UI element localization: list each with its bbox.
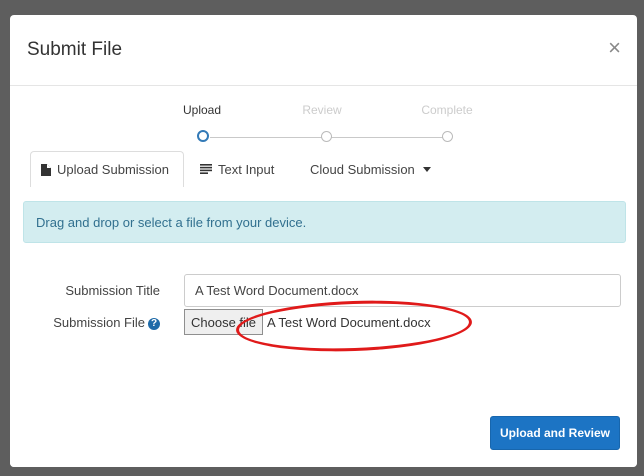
step-label-complete: Complete bbox=[421, 103, 473, 117]
tab-label: Text Input bbox=[218, 161, 275, 177]
tab-text-input[interactable]: Text Input bbox=[200, 151, 274, 187]
caret-down-icon bbox=[422, 166, 431, 172]
upload-panel: Drag and drop or select a file from your… bbox=[10, 187, 637, 467]
tab-cloud-submission[interactable]: Cloud Submission bbox=[310, 151, 431, 187]
step-dot-review bbox=[321, 131, 332, 142]
choose-file-button[interactable]: Choose file bbox=[184, 309, 264, 335]
submission-file-label: Submission File? bbox=[10, 315, 160, 330]
text-lines-icon bbox=[200, 164, 212, 174]
upload-and-review-button[interactable]: Upload and Review bbox=[490, 416, 620, 450]
selected-file-name: A Test Word Document.docx bbox=[267, 314, 431, 330]
submission-tabs: Upload Submission Text Input Cloud Submi… bbox=[30, 151, 637, 188]
step-label-upload: Upload bbox=[182, 103, 222, 117]
file-picker: Choose file A Test Word Document.docx bbox=[184, 307, 431, 337]
submit-file-modal: Submit File × Upload Review Complete Upl… bbox=[10, 15, 637, 467]
step-dot-complete bbox=[442, 131, 453, 142]
submission-title-label: Submission Title bbox=[65, 283, 160, 298]
close-icon[interactable]: × bbox=[608, 37, 621, 59]
tab-upload-submission[interactable]: Upload Submission bbox=[30, 151, 185, 188]
info-alert: Drag and drop or select a file from your… bbox=[23, 201, 626, 243]
submission-file-label-text: Submission File bbox=[53, 315, 145, 330]
submission-title-input[interactable]: A Test Word Document.docx bbox=[184, 274, 621, 307]
step-dot-upload bbox=[197, 130, 209, 142]
modal-title: Submit File bbox=[27, 39, 123, 60]
step-label-review: Review bbox=[302, 103, 342, 117]
help-icon[interactable]: ? bbox=[148, 317, 160, 330]
tab-label: Upload Submission bbox=[57, 162, 170, 177]
progress-stepper: Upload Review Complete bbox=[10, 85, 637, 151]
tab-label: Cloud Submission bbox=[310, 161, 415, 177]
file-icon bbox=[41, 163, 51, 176]
modal-header: Submit File × bbox=[10, 15, 637, 86]
